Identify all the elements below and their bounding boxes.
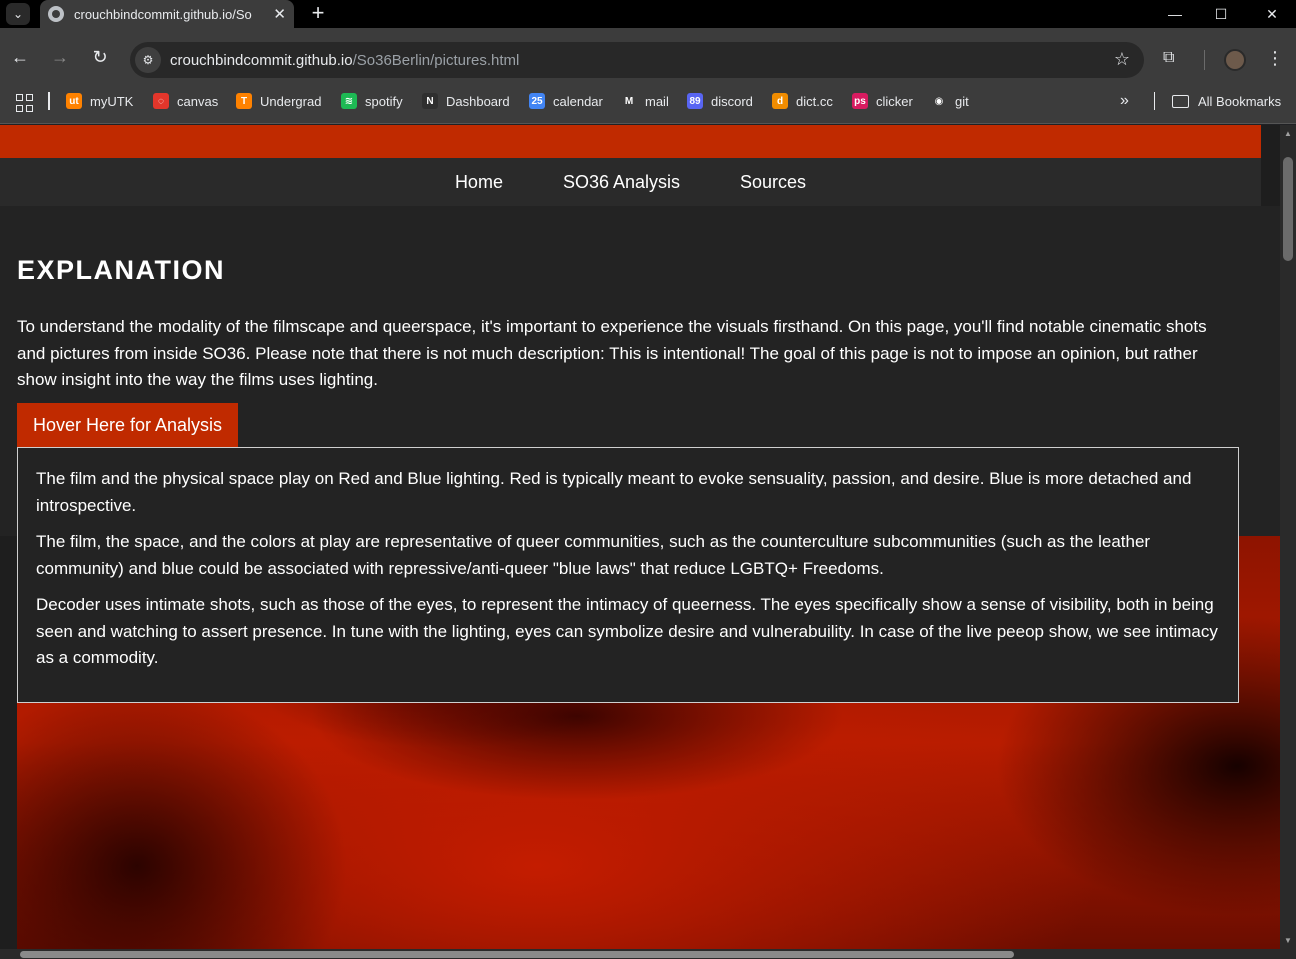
maximize-icon[interactable]: ☐ bbox=[1198, 0, 1244, 28]
extensions-puzzle-icon[interactable]: ⧉ bbox=[1163, 49, 1185, 71]
back-arrow-icon[interactable]: ← bbox=[8, 45, 32, 69]
browser-tab[interactable]: crouchbindcommit.github.io/So ✕ bbox=[40, 0, 294, 28]
spotify-icon: ≋ bbox=[341, 93, 357, 109]
scroll-up-arrow-icon[interactable]: ▲ bbox=[1284, 129, 1292, 138]
vertical-scrollbar[interactable]: ▲ ▼ bbox=[1280, 125, 1296, 949]
nav-sources[interactable]: Sources bbox=[740, 172, 806, 193]
bookmark-clicker[interactable]: ps clicker bbox=[852, 86, 913, 116]
window-close-icon[interactable]: ✕ bbox=[1249, 0, 1295, 28]
bookmark-star-icon[interactable]: ☆ bbox=[1114, 49, 1130, 70]
horizontal-scroll-thumb[interactable] bbox=[20, 951, 1014, 958]
bookmark-label: discord bbox=[711, 93, 753, 109]
undergrad-icon: T bbox=[236, 93, 252, 109]
browser-toolbar: ← → ↻ ⚙ crouchbindcommit.github.io/So36B… bbox=[0, 28, 1296, 86]
bookmark-label: clicker bbox=[876, 93, 913, 109]
bookmark-mail[interactable]: Mmail bbox=[621, 86, 669, 116]
bookmark-dict-cc[interactable]: d dict.cc bbox=[772, 86, 833, 116]
tab-title: crouchbindcommit.github.io/So bbox=[74, 6, 252, 22]
bookmark-label: mail bbox=[645, 93, 669, 109]
bookmarks-divider bbox=[48, 92, 50, 110]
hover-analysis-button[interactable]: Hover Here for Analysis bbox=[17, 403, 238, 447]
tab-strip: ⌄ crouchbindcommit.github.io/So ✕ + — ☐ … bbox=[0, 0, 1296, 28]
canvas-icon: ◌ bbox=[153, 93, 169, 109]
clicker-icon: ps bbox=[852, 93, 868, 109]
reload-icon[interactable]: ↻ bbox=[88, 45, 112, 69]
bookmark-spotify[interactable]: ≋ spotify bbox=[341, 86, 403, 116]
apps-grid-icon[interactable] bbox=[16, 94, 34, 112]
bookmark-undergrad[interactable]: T Undergrad bbox=[236, 86, 321, 116]
bookmark-myutk[interactable]: ut myUTK bbox=[66, 86, 133, 116]
bookmark-dashboard[interactable]: N Dashboard bbox=[422, 86, 510, 116]
page-title: EXPLANATION bbox=[17, 255, 226, 285]
url-host: crouchbindcommit.github.io bbox=[170, 51, 353, 69]
nav-so36-analysis[interactable]: SO36 Analysis bbox=[563, 172, 680, 193]
bookmark-label: myUTK bbox=[90, 93, 134, 109]
bookmark-label: Undergrad bbox=[260, 93, 322, 109]
analysis-paragraph-3: Decoder uses intimate shots, such as tho… bbox=[36, 595, 1218, 667]
url-text[interactable]: crouchbindcommit.github.io/So36Berlin/pi… bbox=[170, 52, 519, 69]
bookmark-label: Dashboard bbox=[446, 93, 510, 109]
scrollbar-corner bbox=[1280, 949, 1296, 959]
tab-search-chevron-icon[interactable]: ⌄ bbox=[6, 3, 30, 25]
nav-home[interactable]: Home bbox=[455, 172, 503, 193]
url-path: /So36Berlin/pictures.html bbox=[352, 51, 520, 69]
more-bookmarks-chevron-icon[interactable]: » bbox=[1120, 92, 1129, 110]
horizontal-scrollbar[interactable] bbox=[0, 949, 1280, 959]
gmail-icon: M bbox=[621, 93, 637, 109]
bookmark-git[interactable]: ◉ git bbox=[931, 86, 969, 116]
utk-icon: ut bbox=[66, 93, 82, 109]
bookmark-label: spotify bbox=[365, 93, 403, 109]
profile-avatar[interactable] bbox=[1224, 49, 1246, 71]
globe-icon bbox=[48, 6, 64, 22]
vertical-scroll-thumb[interactable] bbox=[1283, 157, 1293, 261]
analysis-paragraph-2: The film, the space, and the colors at p… bbox=[36, 532, 1151, 578]
discord-icon: 89 bbox=[687, 93, 703, 109]
bookmarks-divider-right bbox=[1154, 92, 1155, 110]
forward-arrow-icon[interactable]: → bbox=[48, 45, 72, 69]
tab-close-icon[interactable]: ✕ bbox=[273, 5, 286, 23]
site-info-icon[interactable]: ⚙ bbox=[135, 47, 161, 73]
analysis-paragraph-1: The film and the physical space play on … bbox=[36, 469, 1192, 515]
bookmark-label: calendar bbox=[553, 93, 603, 109]
notion-icon: N bbox=[422, 93, 438, 109]
analysis-panel: The film and the physical space play on … bbox=[17, 447, 1239, 703]
bookmark-label: canvas bbox=[177, 93, 219, 109]
new-tab-button[interactable]: + bbox=[306, 2, 330, 24]
intro-paragraph: To understand the modality of the filmsc… bbox=[17, 317, 1207, 389]
dictcc-icon: d bbox=[772, 93, 788, 109]
bookmark-calendar[interactable]: 25 calendar bbox=[529, 86, 603, 116]
toolbar-divider bbox=[1204, 50, 1205, 70]
scroll-down-arrow-icon[interactable]: ▼ bbox=[1284, 936, 1292, 945]
menu-kebab-icon[interactable]: ⋮ bbox=[1266, 48, 1284, 69]
bookmark-label: git bbox=[955, 93, 969, 109]
all-bookmarks-label: All Bookmarks bbox=[1198, 93, 1282, 109]
site-top-banner bbox=[0, 125, 1261, 158]
minimize-icon[interactable]: — bbox=[1152, 0, 1198, 28]
folder-icon bbox=[1172, 94, 1189, 108]
bookmark-discord[interactable]: 89 discord bbox=[687, 86, 753, 116]
bookmark-canvas[interactable]: ◌ canvas bbox=[153, 86, 218, 116]
bookmark-label: dict.cc bbox=[796, 93, 833, 109]
address-bar[interactable]: ⚙ crouchbindcommit.github.io/So36Berlin/… bbox=[130, 42, 1144, 78]
calendar-icon: 25 bbox=[529, 93, 545, 109]
all-bookmarks-button[interactable]: All Bookmarks bbox=[1172, 86, 1281, 116]
github-icon: ◉ bbox=[931, 93, 947, 109]
site-nav: Home SO36 Analysis Sources bbox=[0, 158, 1261, 206]
